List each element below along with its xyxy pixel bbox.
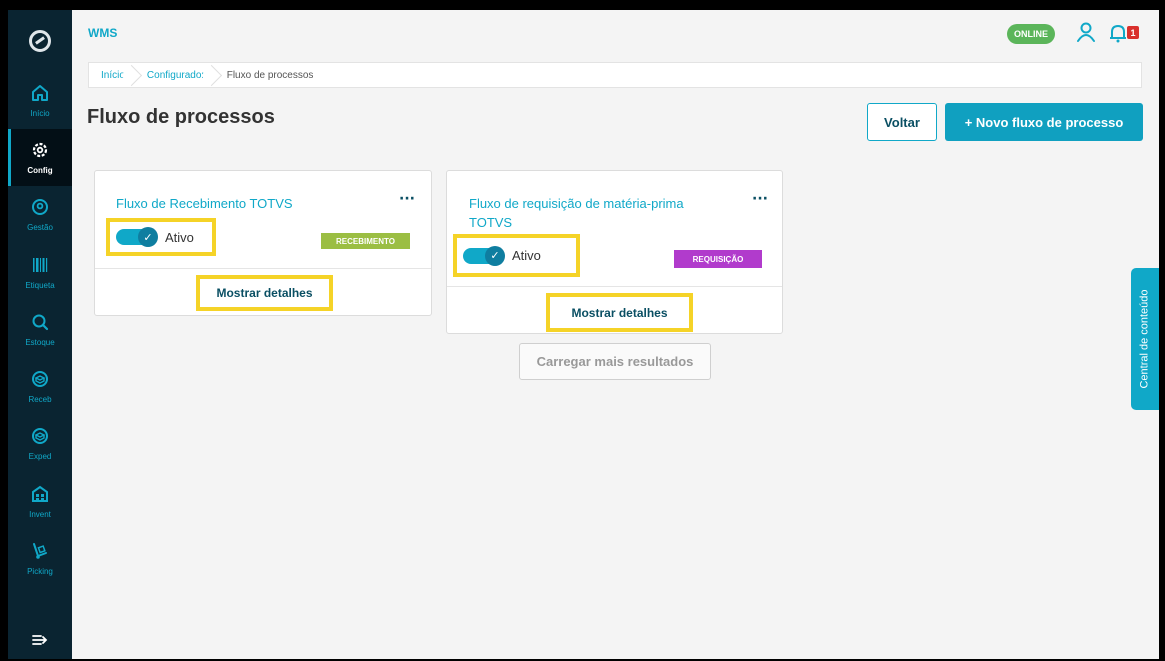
inventory-icon xyxy=(30,484,50,508)
card-divider xyxy=(447,286,782,287)
sidebar-item-inicio[interactable]: Início xyxy=(8,72,72,129)
sidebar-item-label: Gestão xyxy=(27,223,53,232)
breadcrumb-item-configurador[interactable]: Configurador xyxy=(135,63,215,87)
barcode-icon xyxy=(30,255,50,279)
content-center-label: Central de conteúdo xyxy=(1139,289,1152,389)
more-options-icon[interactable]: ··· xyxy=(752,191,768,207)
sidebar-item-gestao[interactable]: Gestão xyxy=(8,186,72,243)
logo-icon xyxy=(29,30,51,52)
toggle-label: Ativo xyxy=(512,248,541,263)
box-icon xyxy=(30,426,50,450)
notification-count-badge: 1 xyxy=(1127,26,1139,39)
process-flow-card: Fluxo de requisição de matéria-prima TOT… xyxy=(446,170,783,334)
sidebar-item-label: Início xyxy=(30,109,50,118)
bell-icon[interactable] xyxy=(1108,22,1128,44)
breadcrumb-item-current: Fluxo de processos xyxy=(226,69,314,81)
sidebar-item-picking[interactable]: Picking xyxy=(8,530,72,587)
process-flow-card: Fluxo de Recebimento TOTVS ··· ✓ Ativo R… xyxy=(94,170,432,316)
sidebar-item-exped[interactable]: Exped xyxy=(8,415,72,472)
logo[interactable] xyxy=(8,10,72,72)
sidebar-item-etiqueta[interactable]: Etiqueta xyxy=(8,244,72,301)
check-icon: ✓ xyxy=(485,245,505,266)
active-toggle[interactable]: ✓ Ativo xyxy=(453,234,580,277)
card-divider xyxy=(95,268,431,269)
sidebar-item-estoque[interactable]: Estoque xyxy=(8,301,72,358)
check-icon: ✓ xyxy=(138,227,158,247)
location-pin-icon xyxy=(30,197,50,221)
sidebar-item-label: Receb xyxy=(28,395,52,404)
type-tag: REQUISIÇÃO xyxy=(674,250,762,268)
sidebar-item-label: Picking xyxy=(27,567,53,576)
box-icon xyxy=(30,369,50,393)
content-center-tab[interactable]: Central de conteúdo xyxy=(1131,268,1159,410)
app-window: Início Config Gestão Etiqueta Estoque Re… xyxy=(8,10,1159,659)
sidebar-item-label: Config xyxy=(27,166,53,175)
sidebar-item-label: Etiqueta xyxy=(25,281,55,290)
toggle-label: Ativo xyxy=(165,229,194,245)
active-toggle[interactable]: ✓ Ativo xyxy=(106,218,216,256)
app-title[interactable]: WMS xyxy=(88,26,117,40)
card-title[interactable]: Fluxo de Recebimento TOTVS xyxy=(116,194,376,213)
sidebar-item-receb[interactable]: Receb xyxy=(8,358,72,415)
type-tag: RECEBIMENTO xyxy=(321,233,410,249)
show-details-button[interactable]: Mostrar detalhes xyxy=(196,275,333,311)
back-button[interactable]: Voltar xyxy=(867,103,937,141)
sidebar: Início Config Gestão Etiqueta Estoque Re… xyxy=(8,10,72,659)
show-details-button[interactable]: Mostrar detalhes xyxy=(546,293,693,332)
breadcrumb-item-inicio[interactable]: Início xyxy=(89,63,135,87)
sidebar-item-invent[interactable]: Invent xyxy=(8,473,72,530)
breadcrumb: Início Configurador Fluxo de processos xyxy=(88,62,1142,88)
more-options-icon[interactable]: ··· xyxy=(399,191,415,207)
arrow-right-icon xyxy=(32,635,48,645)
status-badge: ONLINE xyxy=(1007,24,1055,44)
card-title[interactable]: Fluxo de requisição de matéria-prima TOT… xyxy=(469,194,729,232)
load-more-button[interactable]: Carregar mais resultados xyxy=(519,343,711,380)
search-icon xyxy=(30,312,50,336)
home-icon xyxy=(30,83,50,107)
hand-truck-icon xyxy=(30,541,50,565)
toggle-switch[interactable]: ✓ xyxy=(116,227,158,247)
gear-icon xyxy=(30,140,50,164)
page-title: Fluxo de processos xyxy=(87,106,275,128)
sidebar-item-config[interactable]: Config xyxy=(8,129,72,186)
sidebar-item-label: Invent xyxy=(29,510,51,519)
new-process-flow-button[interactable]: + Novo fluxo de processo xyxy=(945,103,1143,141)
sidebar-item-label: Exped xyxy=(28,452,52,461)
toggle-switch[interactable]: ✓ xyxy=(463,245,505,266)
sidebar-expand-button[interactable] xyxy=(8,627,72,653)
sidebar-item-label: Estoque xyxy=(25,338,55,347)
user-icon[interactable] xyxy=(1075,21,1097,45)
